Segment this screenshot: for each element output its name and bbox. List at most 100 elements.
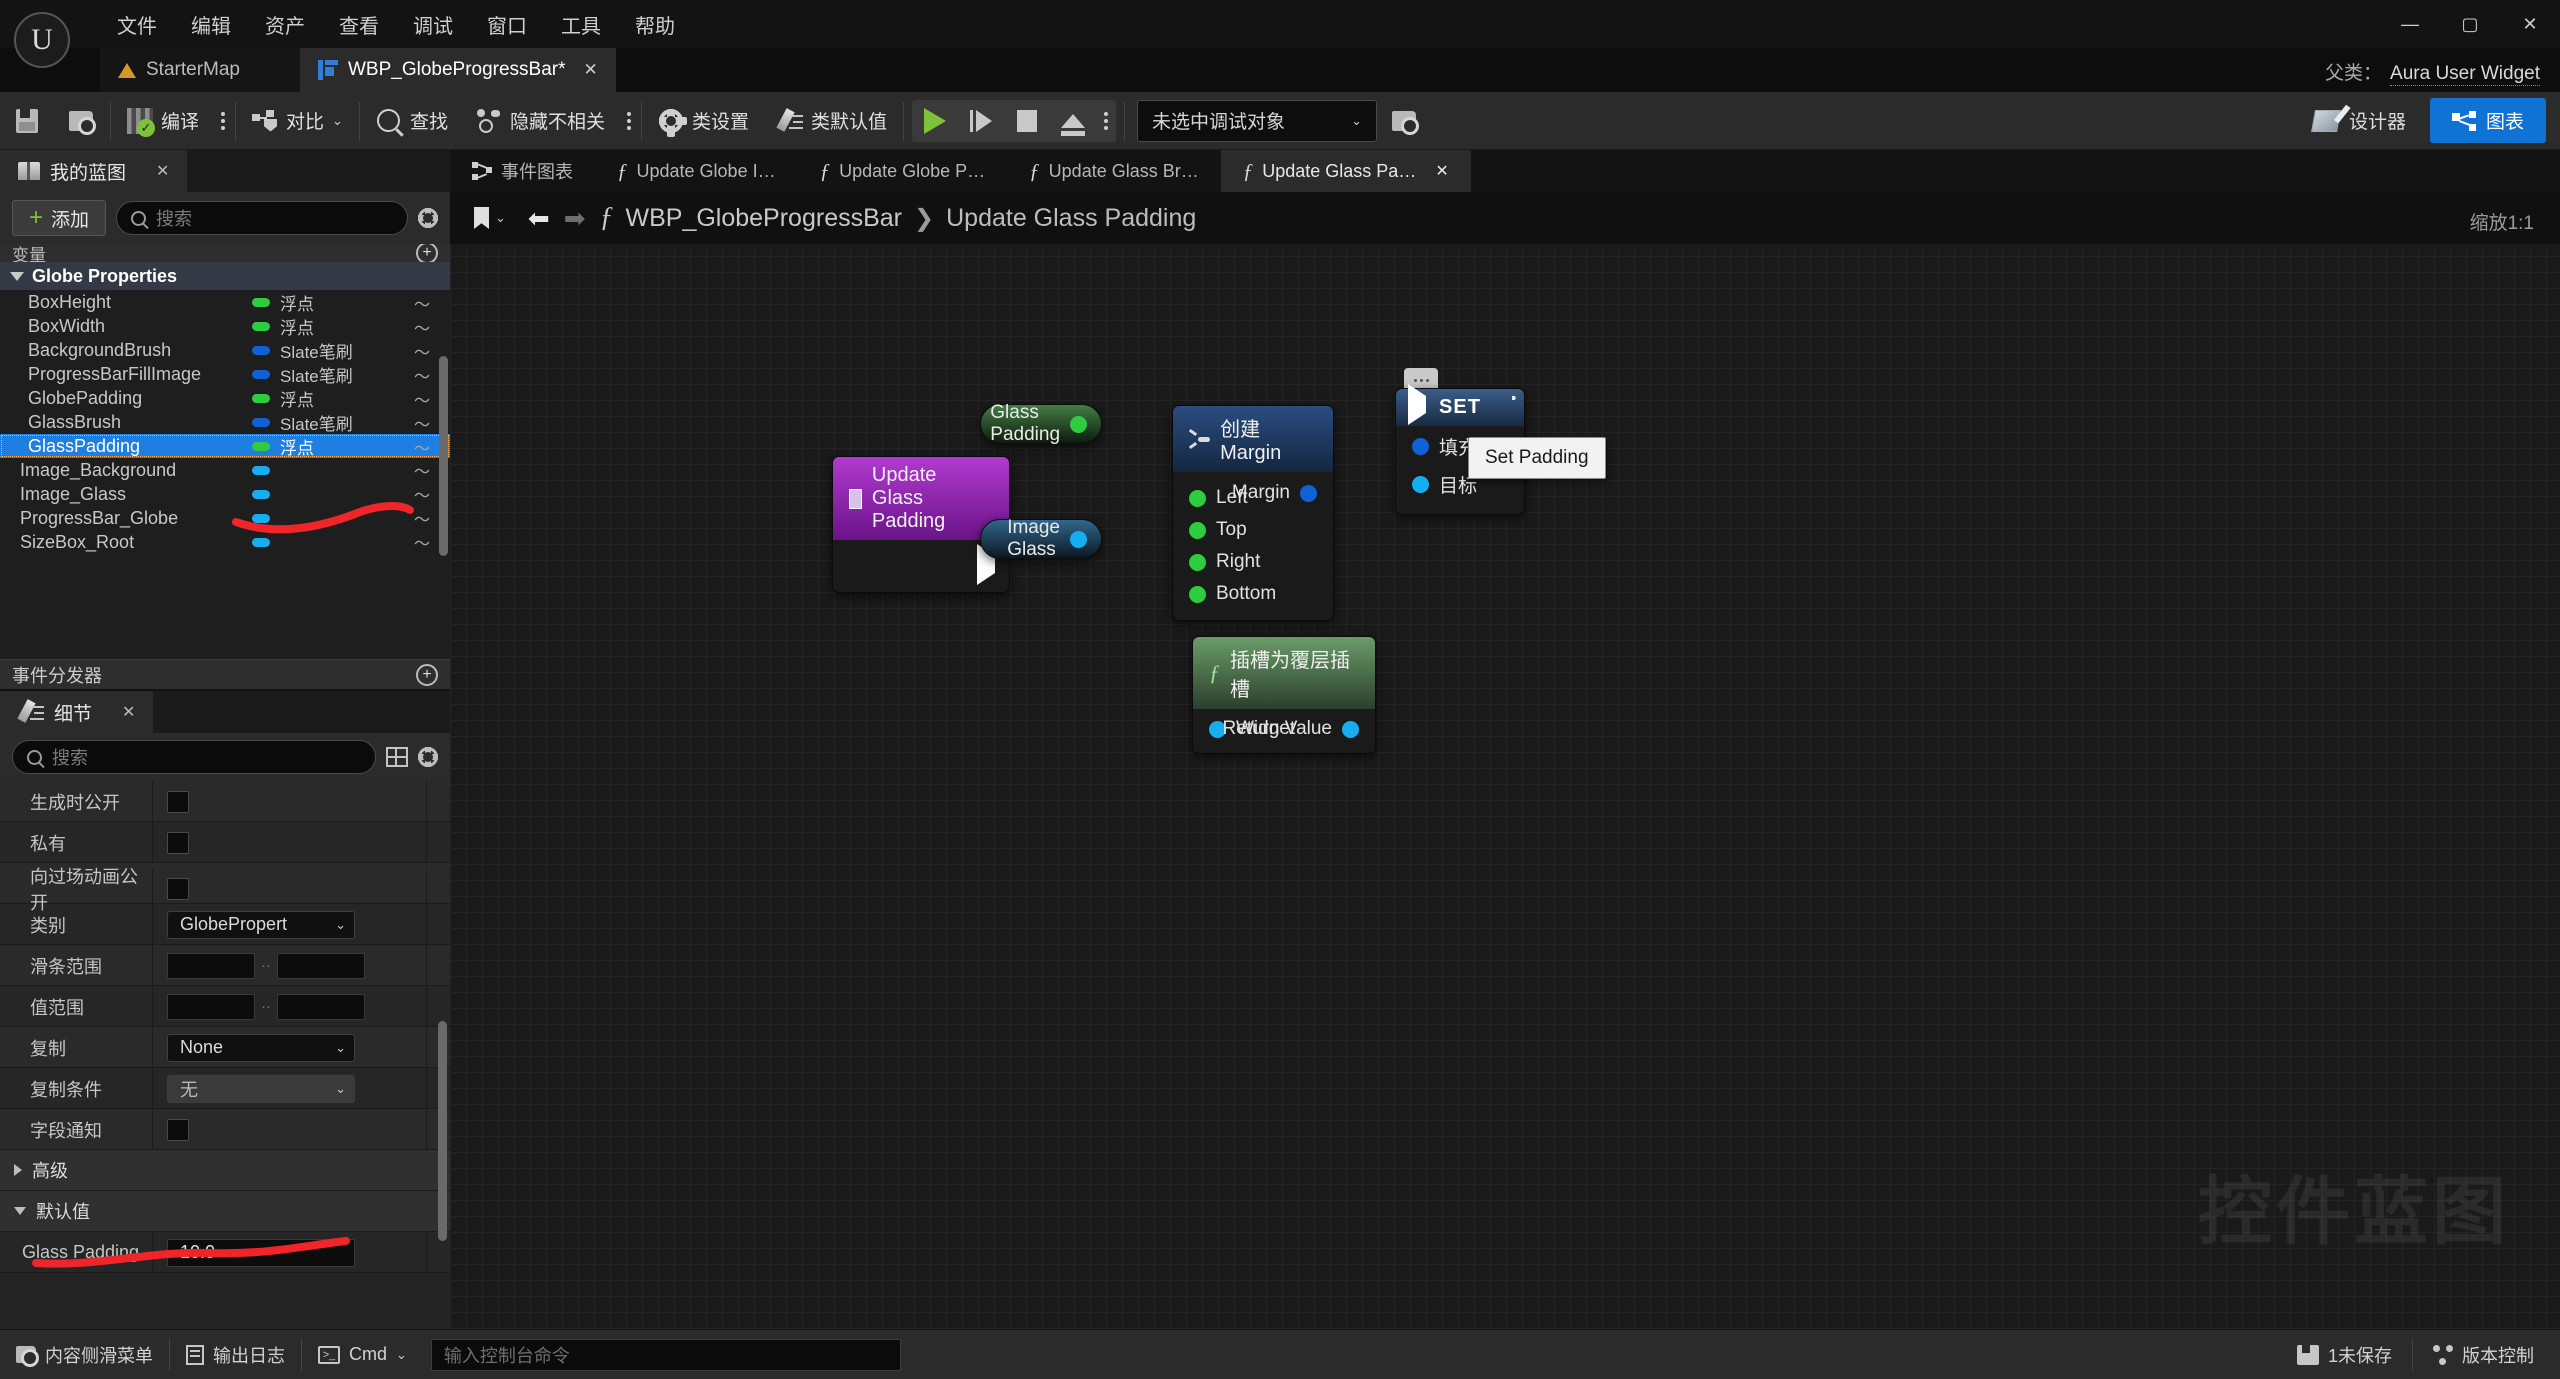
console-command-input[interactable]: 输入控制台命令 [430,1338,901,1371]
visibility-eye-icon[interactable]: 〜 [414,291,430,315]
visibility-eye-icon[interactable]: 〜 [414,363,430,387]
blueprint-graph-canvas[interactable]: ⌄ ⬅ ➡ ƒ WBP_GlobeProgressBar ❯ Update Gl… [450,192,2560,1329]
designer-mode-button[interactable]: 设计器 [2297,99,2422,142]
list-item[interactable]: Image_Glass 〜 [0,482,450,506]
menu-item-asset[interactable]: 资产 [248,4,322,45]
detail-row-expose-to-cinematics[interactable]: 向过场动画公开 [0,863,450,913]
output-pin-return-value[interactable]: Return Value [1207,713,1376,745]
replication-combobox[interactable]: None ⌄ [167,1033,355,1062]
gear-icon[interactable] [418,747,438,767]
gear-icon[interactable] [418,208,438,228]
graph-tab-event-graph[interactable]: 事件图表 [450,150,595,192]
checkbox[interactable] [167,878,189,900]
content-drawer-button[interactable]: 内容侧滑菜单 [0,1330,169,1379]
list-item[interactable]: SizeBox_Root 〜 [0,530,450,554]
graph-tab-update-globe-i[interactable]: ƒ Update Globe I… [595,150,798,192]
checkbox[interactable] [167,790,189,813]
find-button[interactable]: 查找 [362,92,462,150]
class-defaults-button[interactable]: 类默认值 [763,92,901,150]
step-button[interactable] [958,100,1004,142]
list-item[interactable]: ProgressBar_Globe 〜 [0,506,450,530]
output-log-button[interactable]: 输出日志 [170,1330,301,1379]
detail-row-expose-on-spawn[interactable]: 生成时公开 [0,781,450,822]
visibility-eye-icon[interactable]: 〜 [414,315,430,339]
browse-content-button[interactable] [54,92,108,150]
node-make-margin[interactable]: 创建Margin Left Top Right Bottom Margin [1172,405,1334,621]
close-icon[interactable]: ✕ [156,161,169,181]
breadcrumb-root[interactable]: WBP_GlobeProgressBar [626,204,903,233]
grid-view-icon[interactable] [386,747,408,767]
add-button[interactable]: + 添加 [12,200,107,236]
compile-button[interactable]: 编译 [113,92,213,150]
close-icon[interactable]: ✕ [1435,161,1448,181]
checkbox[interactable] [167,831,189,854]
visibility-eye-icon[interactable]: 〜 [414,411,430,435]
output-pin-margin[interactable]: Margin [1216,477,1333,509]
menu-item-help[interactable]: 帮助 [618,4,692,45]
eject-button[interactable] [1050,100,1096,142]
my-blueprint-tab[interactable]: 我的蓝图 ✕ [0,150,188,192]
debug-browse-button[interactable] [1377,92,1431,150]
chevron-down-icon[interactable]: ⌄ [332,113,343,129]
node-function-entry[interactable]: Update Glass Padding [832,456,1010,593]
replication-condition-combobox[interactable]: 无 ⌄ [167,1074,355,1103]
list-item[interactable]: ProgressBarFillImage Slate笔刷 〜 [0,362,450,386]
value-range-max-input[interactable] [277,993,365,1020]
tab-starter-map[interactable]: StarterMap [100,48,300,92]
graph-tab-update-glass-br[interactable]: ƒ Update Glass Br… [1007,150,1221,192]
unsaved-indicator[interactable]: 1未保存 [2281,1330,2408,1379]
graph-mode-button[interactable]: 图表 [2429,98,2546,143]
back-button[interactable]: ⬅ [528,203,550,234]
my-blueprint-search-input[interactable]: 搜索 [116,201,408,235]
save-button[interactable] [0,92,54,150]
add-dispatcher-icon[interactable]: + [416,663,438,686]
visibility-eye-icon[interactable]: 〜 [414,530,430,554]
input-pin-top[interactable]: Top [1173,514,1333,546]
exec-output-pin[interactable] [977,544,995,585]
stop-button[interactable] [1004,100,1050,142]
category-combobox[interactable]: GlobePropert ⌄ [167,910,355,939]
detail-row-field-notify[interactable]: 字段通知 [0,1109,450,1150]
cmd-selector[interactable]: >_ Cmd ⌄ [302,1330,423,1379]
visibility-eye-icon[interactable]: 〜 [414,482,430,506]
glass-padding-input[interactable]: 10.0 [167,1238,355,1267]
list-item[interactable]: GlobePadding 浮点 〜 [0,386,450,410]
close-icon[interactable]: ✕ [584,60,598,80]
input-pin-bottom[interactable]: Bottom [1173,578,1333,610]
close-icon[interactable]: ✕ [122,702,135,722]
slider-range-max-input[interactable] [277,952,365,979]
detail-row-replication-condition[interactable]: 复制条件 无 ⌄ [0,1068,450,1109]
variables-section-partial[interactable]: 变量 + [0,244,450,262]
exec-input-pin[interactable] [1408,384,1426,425]
play-button[interactable] [912,100,958,142]
visibility-eye-icon[interactable]: 〜 [414,506,430,530]
list-item[interactable]: Image_Background 〜 [0,458,450,482]
play-options-icon[interactable] [1096,111,1116,130]
class-settings-button[interactable]: 类设置 [644,92,763,150]
graph-tab-update-glass-pa[interactable]: ƒ Update Glass Pa… ✕ [1220,150,1471,192]
graph-tab-update-globe-p[interactable]: ƒ Update Globe P… [798,150,1008,192]
list-item-glasspadding-selected[interactable]: GlassPadding 浮点 〜 [0,434,450,458]
forward-button[interactable]: ➡ [564,203,586,234]
input-pin-right[interactable]: Right [1173,546,1333,578]
scrollbar-thumb[interactable] [438,1021,447,1241]
list-item[interactable]: BoxWidth 浮点 〜 [0,314,450,338]
detail-row-replication[interactable]: 复制 None ⌄ [0,1027,450,1068]
diff-button[interactable]: 对比 ⌄ [238,92,357,150]
menu-item-tools[interactable]: 工具 [544,4,618,45]
menu-item-debug[interactable]: 调试 [396,4,470,45]
detail-row-private[interactable]: 私有 [0,822,450,863]
details-search-input[interactable]: 搜索 [12,740,376,774]
scrollbar-thumb[interactable] [439,356,448,556]
list-item[interactable]: GlassBrush Slate笔刷 〜 [0,410,450,434]
parent-class-link[interactable]: Aura User Widget [2390,63,2540,86]
compile-options-icon[interactable] [213,111,233,130]
list-item[interactable]: BackgroundBrush Slate笔刷 〜 [0,338,450,362]
visibility-eye-icon[interactable]: 〜 [414,458,430,482]
output-pin-green[interactable] [1070,415,1087,433]
detail-row-value-range[interactable]: 值范围 ·· [0,986,450,1027]
event-dispatchers-row[interactable]: 事件分发器 + [0,659,450,689]
source-control-button[interactable]: 版本控制 [2417,1330,2550,1379]
menu-item-edit[interactable]: 编辑 [174,4,248,45]
detail-row-slider-range[interactable]: 滑条范围 ·· [0,945,450,986]
